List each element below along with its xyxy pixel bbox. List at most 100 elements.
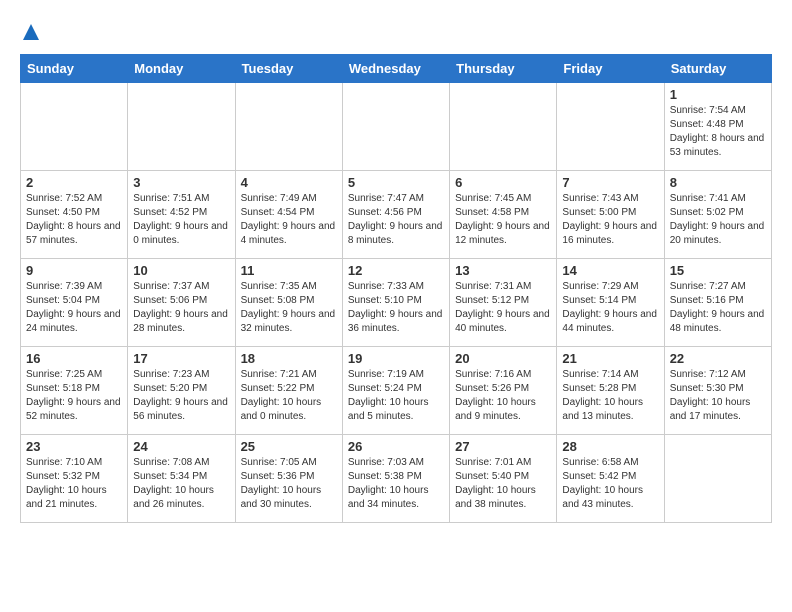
- day-number: 24: [133, 439, 229, 454]
- day-number: 16: [26, 351, 122, 366]
- day-info: Sunrise: 7:19 AMSunset: 5:24 PMDaylight:…: [348, 368, 444, 424]
- day-number: 12: [348, 263, 444, 278]
- day-number: 5: [348, 175, 444, 190]
- calendar-cell: [557, 83, 664, 171]
- calendar-cell: [450, 83, 557, 171]
- day-info: Sunrise: 7:35 AMSunset: 5:08 PMDaylight:…: [241, 280, 337, 336]
- day-number: 22: [670, 351, 766, 366]
- day-number: 10: [133, 263, 229, 278]
- day-number: 2: [26, 175, 122, 190]
- weekday-header-saturday: Saturday: [664, 55, 771, 83]
- day-info: Sunrise: 7:25 AMSunset: 5:18 PMDaylight:…: [26, 368, 122, 424]
- day-number: 14: [562, 263, 658, 278]
- day-number: 23: [26, 439, 122, 454]
- day-info: Sunrise: 7:27 AMSunset: 5:16 PMDaylight:…: [670, 280, 766, 336]
- calendar-cell: 5 Sunrise: 7:47 AMSunset: 4:56 PMDaylight…: [342, 171, 449, 259]
- day-number: 3: [133, 175, 229, 190]
- calendar-cell: 26 Sunrise: 7:03 AMSunset: 5:38 PMDayligh…: [342, 435, 449, 523]
- day-number: 17: [133, 351, 229, 366]
- calendar-cell: [21, 83, 128, 171]
- day-info: Sunrise: 7:47 AMSunset: 4:56 PMDaylight:…: [348, 192, 444, 248]
- day-number: 28: [562, 439, 658, 454]
- calendar-cell: 10 Sunrise: 7:37 AMSunset: 5:06 PMDayligh…: [128, 259, 235, 347]
- calendar-cell: 16 Sunrise: 7:25 AMSunset: 5:18 PMDayligh…: [21, 347, 128, 435]
- day-info: Sunrise: 7:45 AMSunset: 4:58 PMDaylight:…: [455, 192, 551, 248]
- day-info: Sunrise: 7:37 AMSunset: 5:06 PMDaylight:…: [133, 280, 229, 336]
- calendar-cell: 24 Sunrise: 7:08 AMSunset: 5:34 PMDayligh…: [128, 435, 235, 523]
- day-number: 18: [241, 351, 337, 366]
- calendar-cell: 8 Sunrise: 7:41 AMSunset: 5:02 PMDaylight…: [664, 171, 771, 259]
- day-number: 4: [241, 175, 337, 190]
- day-info: Sunrise: 7:05 AMSunset: 5:36 PMDaylight:…: [241, 456, 337, 512]
- calendar-cell: 27 Sunrise: 7:01 AMSunset: 5:40 PMDayligh…: [450, 435, 557, 523]
- day-info: Sunrise: 7:54 AMSunset: 4:48 PMDaylight:…: [670, 104, 766, 160]
- day-info: Sunrise: 7:21 AMSunset: 5:22 PMDaylight:…: [241, 368, 337, 424]
- day-info: Sunrise: 7:41 AMSunset: 5:02 PMDaylight:…: [670, 192, 766, 248]
- calendar-cell: 25 Sunrise: 7:05 AMSunset: 5:36 PMDayligh…: [235, 435, 342, 523]
- day-info: Sunrise: 7:51 AMSunset: 4:52 PMDaylight:…: [133, 192, 229, 248]
- calendar-cell: [235, 83, 342, 171]
- day-info: Sunrise: 7:10 AMSunset: 5:32 PMDaylight:…: [26, 456, 122, 512]
- day-number: 7: [562, 175, 658, 190]
- day-number: 1: [670, 87, 766, 102]
- calendar-cell: 6 Sunrise: 7:45 AMSunset: 4:58 PMDaylight…: [450, 171, 557, 259]
- logo: [20, 20, 39, 44]
- calendar-cell: 14 Sunrise: 7:29 AMSunset: 5:14 PMDayligh…: [557, 259, 664, 347]
- calendar-cell: 23 Sunrise: 7:10 AMSunset: 5:32 PMDayligh…: [21, 435, 128, 523]
- weekday-header-thursday: Thursday: [450, 55, 557, 83]
- day-info: Sunrise: 7:43 AMSunset: 5:00 PMDaylight:…: [562, 192, 658, 248]
- calendar-cell: 28 Sunrise: 6:58 AMSunset: 5:42 PMDayligh…: [557, 435, 664, 523]
- calendar-cell: 4 Sunrise: 7:49 AMSunset: 4:54 PMDaylight…: [235, 171, 342, 259]
- day-number: 25: [241, 439, 337, 454]
- day-info: Sunrise: 7:31 AMSunset: 5:12 PMDaylight:…: [455, 280, 551, 336]
- day-number: 21: [562, 351, 658, 366]
- day-info: Sunrise: 7:14 AMSunset: 5:28 PMDaylight:…: [562, 368, 658, 424]
- weekday-header-wednesday: Wednesday: [342, 55, 449, 83]
- day-number: 9: [26, 263, 122, 278]
- calendar-cell: [664, 435, 771, 523]
- calendar-cell: 18 Sunrise: 7:21 AMSunset: 5:22 PMDayligh…: [235, 347, 342, 435]
- calendar-cell: 2 Sunrise: 7:52 AMSunset: 4:50 PMDaylight…: [21, 171, 128, 259]
- weekday-header-sunday: Sunday: [21, 55, 128, 83]
- weekday-header-friday: Friday: [557, 55, 664, 83]
- weekday-header-monday: Monday: [128, 55, 235, 83]
- calendar-cell: 9 Sunrise: 7:39 AMSunset: 5:04 PMDaylight…: [21, 259, 128, 347]
- calendar-cell: 19 Sunrise: 7:19 AMSunset: 5:24 PMDayligh…: [342, 347, 449, 435]
- calendar-cell: 3 Sunrise: 7:51 AMSunset: 4:52 PMDaylight…: [128, 171, 235, 259]
- day-info: Sunrise: 7:49 AMSunset: 4:54 PMDaylight:…: [241, 192, 337, 248]
- day-info: Sunrise: 7:23 AMSunset: 5:20 PMDaylight:…: [133, 368, 229, 424]
- day-number: 8: [670, 175, 766, 190]
- day-number: 6: [455, 175, 551, 190]
- day-info: Sunrise: 7:29 AMSunset: 5:14 PMDaylight:…: [562, 280, 658, 336]
- day-info: Sunrise: 7:08 AMSunset: 5:34 PMDaylight:…: [133, 456, 229, 512]
- calendar-cell: 13 Sunrise: 7:31 AMSunset: 5:12 PMDayligh…: [450, 259, 557, 347]
- weekday-header-tuesday: Tuesday: [235, 55, 342, 83]
- calendar-cell: [342, 83, 449, 171]
- calendar-cell: 17 Sunrise: 7:23 AMSunset: 5:20 PMDayligh…: [128, 347, 235, 435]
- day-number: 20: [455, 351, 551, 366]
- calendar-cell: 1 Sunrise: 7:54 AMSunset: 4:48 PMDaylight…: [664, 83, 771, 171]
- calendar-cell: 20 Sunrise: 7:16 AMSunset: 5:26 PMDayligh…: [450, 347, 557, 435]
- calendar-cell: 11 Sunrise: 7:35 AMSunset: 5:08 PMDayligh…: [235, 259, 342, 347]
- calendar-cell: 22 Sunrise: 7:12 AMSunset: 5:30 PMDayligh…: [664, 347, 771, 435]
- calendar-cell: [128, 83, 235, 171]
- calendar-cell: 12 Sunrise: 7:33 AMSunset: 5:10 PMDayligh…: [342, 259, 449, 347]
- day-info: Sunrise: 7:39 AMSunset: 5:04 PMDaylight:…: [26, 280, 122, 336]
- day-number: 19: [348, 351, 444, 366]
- calendar-cell: 15 Sunrise: 7:27 AMSunset: 5:16 PMDayligh…: [664, 259, 771, 347]
- day-info: Sunrise: 7:03 AMSunset: 5:38 PMDaylight:…: [348, 456, 444, 512]
- day-number: 27: [455, 439, 551, 454]
- day-info: Sunrise: 6:58 AMSunset: 5:42 PMDaylight:…: [562, 456, 658, 512]
- calendar-cell: 7 Sunrise: 7:43 AMSunset: 5:00 PMDaylight…: [557, 171, 664, 259]
- day-info: Sunrise: 7:33 AMSunset: 5:10 PMDaylight:…: [348, 280, 444, 336]
- day-info: Sunrise: 7:16 AMSunset: 5:26 PMDaylight:…: [455, 368, 551, 424]
- calendar: SundayMondayTuesdayWednesdayThursdayFrid…: [20, 54, 772, 523]
- day-number: 26: [348, 439, 444, 454]
- day-number: 15: [670, 263, 766, 278]
- day-number: 13: [455, 263, 551, 278]
- day-info: Sunrise: 7:52 AMSunset: 4:50 PMDaylight:…: [26, 192, 122, 248]
- day-info: Sunrise: 7:01 AMSunset: 5:40 PMDaylight:…: [455, 456, 551, 512]
- day-info: Sunrise: 7:12 AMSunset: 5:30 PMDaylight:…: [670, 368, 766, 424]
- calendar-cell: 21 Sunrise: 7:14 AMSunset: 5:28 PMDayligh…: [557, 347, 664, 435]
- day-number: 11: [241, 263, 337, 278]
